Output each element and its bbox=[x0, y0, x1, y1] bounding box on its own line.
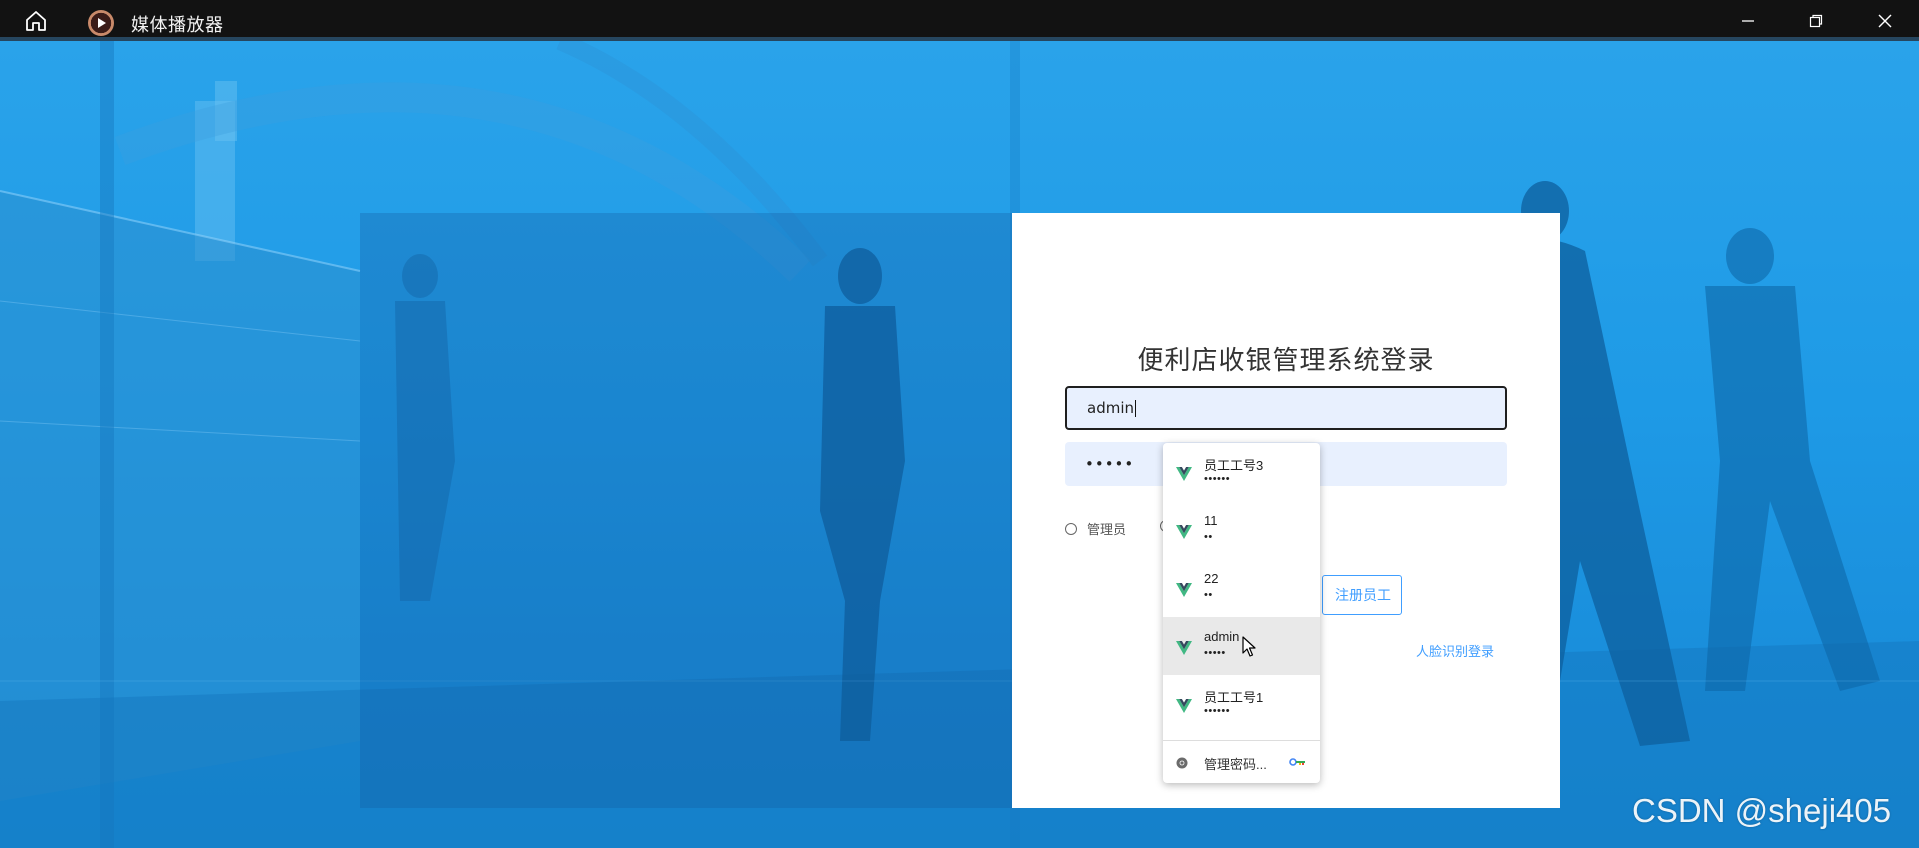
autofill-item-mask: •••••• bbox=[1204, 705, 1231, 717]
manage-passwords-item[interactable]: 管理密码... bbox=[1163, 741, 1320, 783]
restore-button[interactable] bbox=[1786, 0, 1846, 41]
vue-logo-icon bbox=[1176, 699, 1192, 713]
autofill-item-name: admin bbox=[1204, 629, 1240, 644]
home-button[interactable] bbox=[20, 9, 52, 33]
autofill-item-mask: •••••• bbox=[1204, 473, 1231, 485]
manage-passwords-label: 管理密码... bbox=[1204, 757, 1267, 772]
autofill-item-name: 11 bbox=[1204, 513, 1218, 528]
login-left-panel bbox=[360, 213, 1012, 808]
close-button[interactable] bbox=[1855, 0, 1915, 41]
role-admin-label: 管理员 bbox=[1087, 523, 1127, 538]
autofill-item-name: 员工工号3 bbox=[1204, 458, 1264, 473]
vue-logo-icon bbox=[1176, 467, 1192, 481]
home-icon bbox=[26, 11, 46, 31]
text-caret bbox=[1135, 399, 1136, 417]
autofill-dropdown: 员工工号3 •••••• 11 •• 22 •• admin ••••• 员工工… bbox=[1163, 443, 1320, 783]
autofill-item[interactable]: 22 •• bbox=[1163, 559, 1320, 617]
face-login-link[interactable]: 人脸识别登录 bbox=[1416, 641, 1494, 660]
autofill-item-mask: ••••• bbox=[1204, 647, 1226, 659]
radio-admin[interactable] bbox=[1065, 522, 1077, 535]
login-title: 便利店收银管理系统登录 bbox=[1137, 346, 1435, 376]
background-image: 便利店收银管理系统登录 admin ••••• 管理员 注册员工 人脸识别登录 bbox=[0, 41, 1919, 848]
close-icon bbox=[1878, 14, 1892, 27]
vue-logo-icon bbox=[1176, 583, 1192, 597]
window-title: 媒体播放器 bbox=[131, 15, 224, 36]
role-option-admin[interactable]: 管理员 bbox=[1065, 519, 1126, 538]
register-employee-button[interactable]: 注册员工 bbox=[1322, 575, 1402, 615]
mouse-cursor-icon bbox=[1242, 636, 1256, 657]
chrome-icon bbox=[1176, 757, 1188, 769]
key-icon bbox=[1289, 758, 1305, 766]
autofill-item-mask: •• bbox=[1204, 589, 1213, 601]
username-value: admin bbox=[1087, 399, 1134, 417]
vue-logo-icon bbox=[1176, 525, 1192, 539]
watermark-text: CSDN @sheji405 bbox=[1632, 792, 1892, 829]
autofill-item[interactable]: 11 •• bbox=[1163, 501, 1320, 559]
window-titlebar: 媒体播放器 bbox=[0, 0, 1919, 41]
autofill-item-name: 22 bbox=[1204, 571, 1219, 586]
minimize-button[interactable] bbox=[1718, 0, 1778, 41]
username-input[interactable]: admin bbox=[1065, 386, 1507, 430]
restore-icon bbox=[1809, 14, 1823, 27]
autofill-item-name: 员工工号1 bbox=[1204, 690, 1264, 705]
autofill-item[interactable]: 员工工号3 •••••• bbox=[1163, 443, 1320, 501]
vue-logo-icon bbox=[1176, 641, 1192, 655]
password-mask: ••••• bbox=[1085, 455, 1135, 473]
autofill-item-mask: •• bbox=[1204, 531, 1213, 543]
media-player-logo-icon bbox=[88, 10, 114, 36]
minimize-icon bbox=[1742, 19, 1754, 22]
autofill-item[interactable]: 员工工号1 •••••• bbox=[1163, 675, 1320, 733]
